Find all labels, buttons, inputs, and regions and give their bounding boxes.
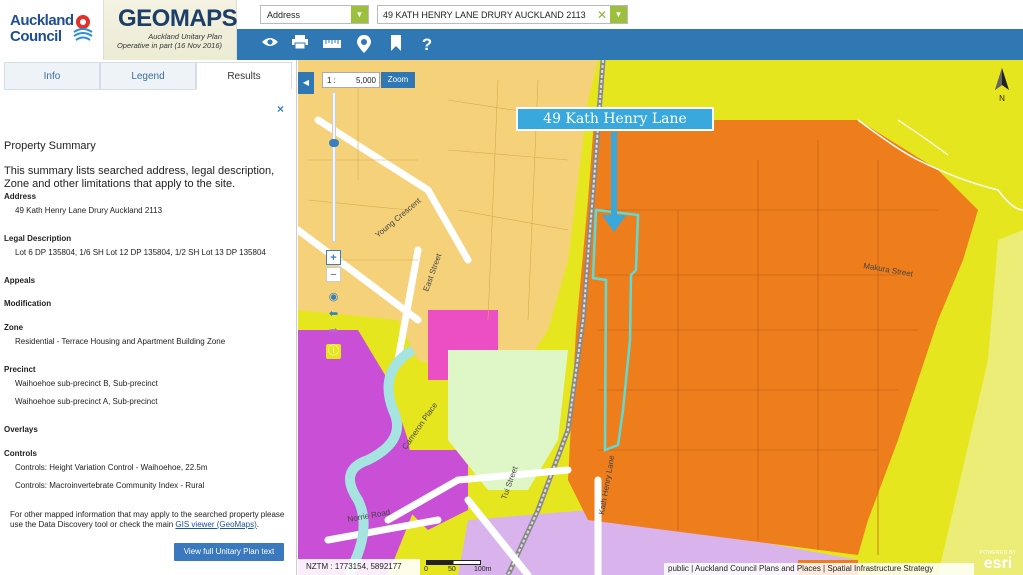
scale-prefix: 1 :: [327, 76, 336, 85]
tab-legend[interactable]: Legend: [100, 62, 196, 90]
scale-value: 5,000: [355, 76, 376, 85]
pin-icon[interactable]: [354, 35, 374, 55]
map-view[interactable]: Young Crescent East Street Cameron Place…: [298, 60, 1023, 575]
tab-info[interactable]: Info: [4, 62, 100, 90]
results-panel: Info Legend Results × Property Summary T…: [0, 60, 297, 575]
geomaps-brand: GEOMAPS: [118, 5, 238, 32]
search-type-value: Address: [267, 10, 301, 20]
esri-brand: esri: [983, 555, 1013, 572]
precinct-heading: Precinct: [4, 365, 36, 374]
scale-bar: 0 50 100m: [422, 560, 502, 575]
panel-tabs: Info Legend Results: [4, 62, 292, 90]
footer-note: For other mapped information that may ap…: [10, 510, 290, 530]
address-callout: 49 Kath Henry Lane: [516, 107, 714, 131]
chevron-down-icon[interactable]: ▼: [610, 6, 627, 23]
zone-heading: Zone: [4, 323, 24, 332]
pohutukawa-icon: [73, 15, 93, 41]
close-icon[interactable]: ×: [277, 102, 284, 116]
eye-icon[interactable]: [260, 35, 280, 55]
controls-value-height: Controls: Height Variation Control - Wai…: [15, 463, 208, 472]
view-unitary-plan-button[interactable]: View full Unitary Plan text: [174, 543, 284, 561]
footer-note-end: .: [256, 520, 260, 529]
address-search-input[interactable]: 49 KATH HENRY LANE DRURY AUCKLAND 2113 ✕…: [377, 5, 628, 24]
zoom-in-button[interactable]: +: [326, 250, 341, 265]
plan-status: Operative in part (16 Nov 2016): [116, 41, 222, 50]
property-summary-title: Property Summary: [4, 140, 96, 152]
scalebar-label-0: 0: [424, 566, 428, 573]
globe-icon[interactable]: ◉: [326, 290, 341, 305]
arrow-right-icon[interactable]: ➡: [326, 324, 341, 339]
council-name-line1: Auckland: [10, 12, 74, 29]
arrow-left-icon[interactable]: ⬅: [326, 307, 341, 322]
search-query-value: 49 KATH HENRY LANE DRURY AUCKLAND 2113: [383, 10, 586, 20]
chevron-down-icon[interactable]: ▼: [351, 6, 368, 23]
council-name-line2: Council: [10, 28, 62, 45]
clear-icon[interactable]: ✕: [597, 8, 607, 22]
geomaps-logo[interactable]: GEOMAPS Auckland Unitary Plan Operative …: [103, 0, 238, 60]
scalebar-label-50: 50: [448, 566, 456, 573]
scale-bar-graphic: [426, 560, 481, 565]
zoom-slider-handle[interactable]: [329, 139, 339, 147]
modification-heading: Modification: [4, 299, 52, 308]
north-arrow-icon: [995, 68, 1009, 90]
controls-heading: Controls: [4, 449, 37, 458]
map-attribution: public | Auckland Council Plans and Plac…: [664, 563, 974, 575]
zone-value: Residential - Terrace Housing and Apartm…: [15, 337, 226, 346]
address-value: 49 Kath Henry Lane Drury Auckland 2113: [15, 206, 163, 215]
overlays-heading: Overlays: [4, 425, 38, 434]
zoom-button[interactable]: Zoom: [381, 72, 415, 88]
collapse-panel-button[interactable]: ◀: [298, 72, 314, 94]
plan-name: Auckland Unitary Plan: [148, 32, 222, 41]
precinct-value-a: Waihoehoe sub-precinct A, Sub-precinct: [15, 397, 158, 406]
auckland-council-logo[interactable]: Auckland Council: [6, 8, 98, 50]
map-toolbar: ?: [237, 29, 1023, 60]
address-heading: Address: [4, 192, 37, 201]
north-arrow: N: [992, 68, 1012, 103]
legal-description-value: Lot 6 DP 135804, 1/6 SH Lot 12 DP 135804…: [15, 248, 266, 257]
tab-results[interactable]: Results: [196, 62, 292, 90]
controls-value-mci: Controls: Macroinvertebrate Community In…: [15, 481, 205, 490]
scalebar-label-100: 100m: [474, 566, 492, 573]
scale-input[interactable]: 1 : 5,000: [322, 72, 380, 88]
info-icon[interactable]: ⓘ: [326, 344, 341, 359]
ruler-icon[interactable]: [322, 35, 342, 55]
header: Auckland Council GEOMAPS Auckland Unitar…: [0, 0, 1023, 60]
help-icon[interactable]: ?: [417, 35, 437, 55]
geomaps-app: Auckland Council GEOMAPS Auckland Unitar…: [0, 0, 1023, 575]
esri-logo[interactable]: POWERED BY esri: [976, 550, 1020, 574]
property-summary-description: This summary lists searched address, leg…: [4, 165, 275, 190]
zoom-slider[interactable]: [332, 92, 336, 242]
gis-viewer-link[interactable]: GIS viewer (GeoMaps): [175, 520, 256, 529]
zoning-map[interactable]: Young Crescent East Street Cameron Place…: [298, 60, 1023, 575]
north-label: N: [999, 94, 1005, 103]
search-type-select[interactable]: Address ▼: [260, 5, 369, 24]
print-icon[interactable]: [290, 35, 310, 55]
precinct-value-b: Waihoehoe sub-precinct B, Sub-precinct: [15, 379, 158, 388]
legal-description-heading: Legal Description: [4, 234, 72, 243]
appeals-heading: Appeals: [4, 276, 36, 285]
coordinates-readout: NZTM : 1773154, 5892177: [298, 559, 420, 575]
bookmark-icon[interactable]: [386, 35, 406, 55]
zoom-out-button[interactable]: −: [326, 267, 341, 282]
